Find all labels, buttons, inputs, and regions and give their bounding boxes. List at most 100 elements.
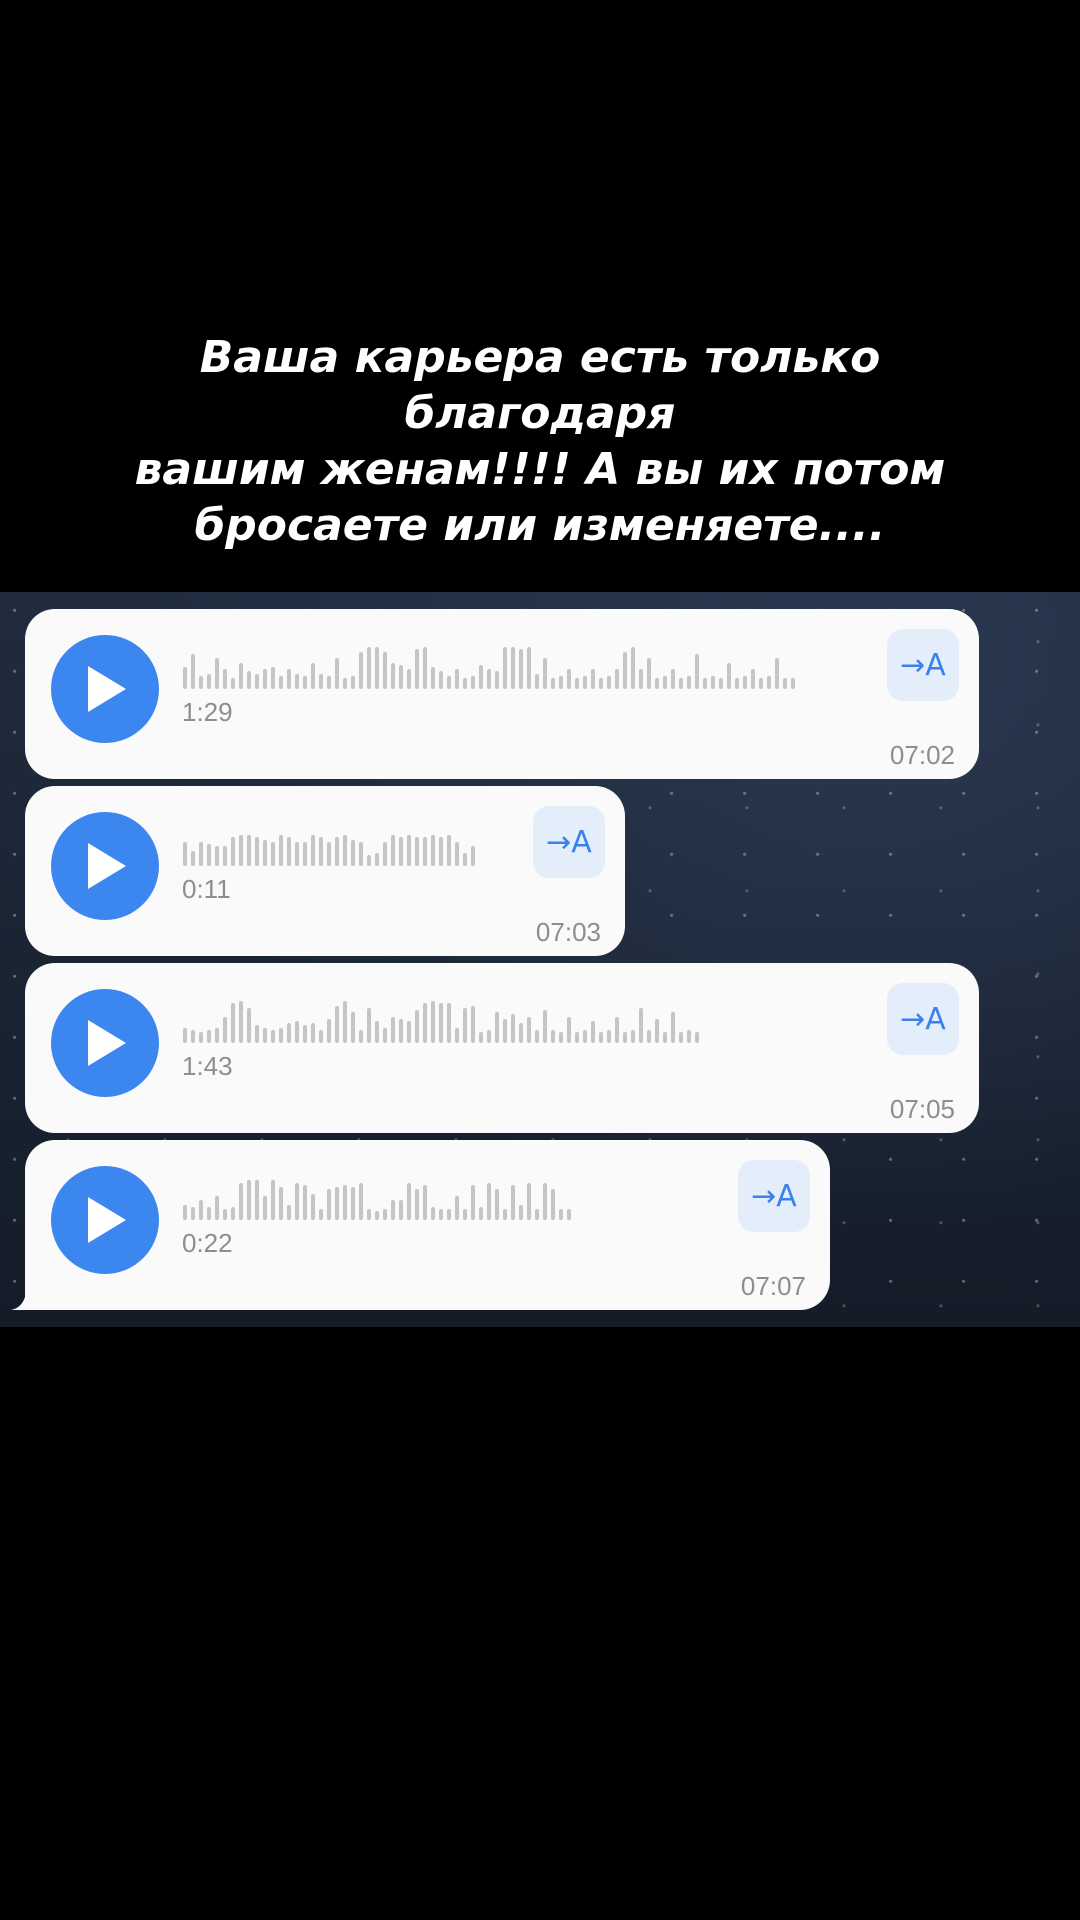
- waveform-bar: [639, 669, 643, 689]
- caption-text: Ваша карьера есть только благодаря вашим…: [134, 332, 946, 551]
- waveform-bar: [215, 1196, 219, 1220]
- waveform-bar: [519, 649, 523, 689]
- waveform-bar: [783, 678, 787, 689]
- waveform-bar: [447, 676, 451, 689]
- waveform-bar: [439, 671, 443, 689]
- waveform-bar: [439, 1003, 443, 1043]
- waveform-bar: [271, 842, 275, 866]
- waveform-bar: [663, 676, 667, 689]
- transcribe-button[interactable]: →A: [887, 983, 959, 1055]
- waveform-bar: [391, 835, 395, 866]
- waveform-bar: [575, 678, 579, 689]
- duration-label: 0:11: [182, 874, 231, 904]
- waveform-bar: [455, 1028, 459, 1043]
- waveform-bar: [223, 1209, 227, 1220]
- waveform-bar: [375, 853, 379, 866]
- waveform-bar: [527, 647, 531, 689]
- waveform[interactable]: [183, 1176, 571, 1220]
- timestamp: 07:03: [535, 917, 601, 947]
- waveform-bar: [311, 835, 315, 866]
- waveform-bar: [631, 1030, 635, 1043]
- play-icon: [88, 843, 126, 889]
- waveform-bar: [399, 1200, 403, 1220]
- waveform[interactable]: [183, 645, 795, 689]
- waveform-bar: [303, 842, 307, 866]
- waveform-bar: [527, 1183, 531, 1220]
- transcribe-button[interactable]: →A: [533, 806, 605, 878]
- waveform-bar: [591, 1021, 595, 1043]
- waveform-bar: [287, 837, 291, 866]
- waveform-bar: [367, 855, 371, 866]
- waveform-bar: [183, 842, 187, 866]
- waveform-bar: [191, 1207, 195, 1220]
- waveform-bar: [239, 663, 243, 689]
- waveform-bar: [591, 669, 595, 689]
- waveform[interactable]: [183, 999, 699, 1043]
- play-button[interactable]: [51, 989, 159, 1097]
- waveform-bar: [599, 1032, 603, 1043]
- waveform-bar: [295, 1021, 299, 1043]
- waveform-bar: [271, 1180, 275, 1220]
- waveform-bar: [223, 669, 227, 689]
- transcribe-button[interactable]: →A: [738, 1160, 810, 1232]
- waveform-bar: [551, 1189, 555, 1220]
- waveform-bar: [671, 669, 675, 689]
- waveform-bar: [679, 1032, 683, 1043]
- waveform-bar: [279, 1028, 283, 1043]
- waveform-bar: [263, 1028, 267, 1043]
- waveform-bar: [255, 674, 259, 689]
- play-button[interactable]: [51, 812, 159, 920]
- waveform-bar: [487, 669, 491, 689]
- waveform-bar: [527, 1017, 531, 1043]
- waveform-bar: [567, 669, 571, 689]
- waveform-bar: [407, 669, 411, 689]
- waveform-bar: [231, 1207, 235, 1220]
- waveform-bar: [319, 1209, 323, 1220]
- waveform-bar: [543, 1183, 547, 1220]
- waveform-bar: [503, 1019, 507, 1043]
- play-button[interactable]: [51, 635, 159, 743]
- waveform-bar: [567, 1017, 571, 1043]
- waveform-bar: [279, 1187, 283, 1220]
- waveform-bar: [567, 1209, 571, 1220]
- waveform-bar: [263, 669, 267, 689]
- waveform-bar: [247, 1008, 251, 1043]
- waveform-bar: [183, 1028, 187, 1043]
- waveform[interactable]: [183, 822, 475, 866]
- duration-label: 1:43: [182, 1051, 233, 1081]
- waveform-bar: [559, 676, 563, 689]
- voice-message-3: 1:43 →A 07:05: [25, 963, 979, 1133]
- waveform-bar: [255, 1025, 259, 1043]
- waveform-bar: [287, 1023, 291, 1043]
- waveform-bar: [551, 678, 555, 689]
- waveform-bar: [479, 1032, 483, 1043]
- waveform-bar: [383, 1028, 387, 1043]
- waveform-bar: [407, 1183, 411, 1220]
- transcribe-button[interactable]: →A: [887, 629, 959, 701]
- waveform-bar: [711, 676, 715, 689]
- waveform-bar: [191, 851, 195, 866]
- waveform-bar: [535, 1209, 539, 1220]
- waveform-bar: [695, 654, 699, 689]
- waveform-bar: [263, 840, 267, 866]
- waveform-bar: [279, 835, 283, 866]
- waveform-bar: [367, 647, 371, 689]
- waveform-bar: [239, 1183, 243, 1220]
- timestamp: 07:07: [740, 1271, 806, 1301]
- waveform-bar: [655, 1019, 659, 1043]
- waveform-bar: [575, 1032, 579, 1043]
- waveform-bar: [599, 678, 603, 689]
- waveform-bar: [383, 652, 387, 689]
- waveform-bar: [607, 676, 611, 689]
- waveform-bar: [583, 676, 587, 689]
- waveform-bar: [295, 674, 299, 689]
- waveform-bar: [247, 1180, 251, 1220]
- play-button[interactable]: [51, 1166, 159, 1274]
- waveform-bar: [535, 674, 539, 689]
- waveform-bar: [431, 1001, 435, 1043]
- waveform-bar: [495, 1189, 499, 1220]
- voice-message-2: 0:11 →A 07:03: [25, 786, 625, 956]
- waveform-bar: [247, 671, 251, 689]
- waveform-bar: [519, 1023, 523, 1043]
- waveform-bar: [439, 1209, 443, 1220]
